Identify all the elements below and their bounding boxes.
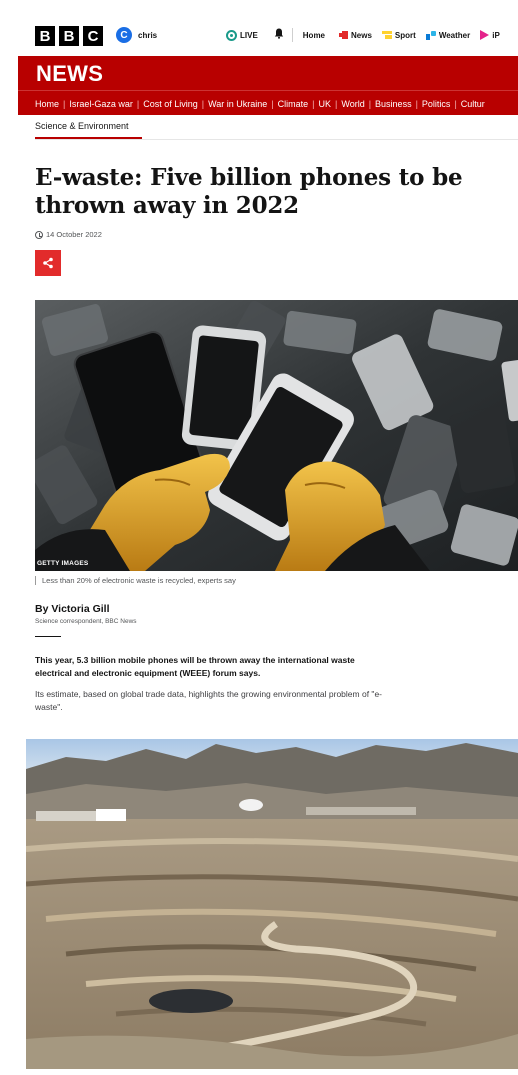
author-role: Science correspondent, BBC News <box>35 618 137 625</box>
top-nav-weather[interactable]: Weather <box>425 30 471 40</box>
bell-icon <box>274 28 284 42</box>
top-nav-news-label: News <box>351 30 372 40</box>
weather-icon <box>425 30 436 40</box>
article-headline: E-waste: Five billion phones to be throw… <box>35 164 463 219</box>
news-banner: NEWS <box>18 56 518 90</box>
top-nav-live[interactable]: LIVE <box>226 29 258 41</box>
article-date-text: 14 October 2022 <box>46 230 102 239</box>
account-button[interactable]: C chris <box>116 27 157 43</box>
bbc-masthead: B B C C chris LIVE Home News Sport Weath… <box>0 0 518 56</box>
mine-illustration <box>26 739 518 1069</box>
news-icon <box>339 31 349 39</box>
clock-icon <box>35 230 43 239</box>
share-icon <box>43 257 53 269</box>
top-nav-divider <box>291 28 293 42</box>
phones-illustration <box>35 300 518 571</box>
news-nav-war-in-ukraine[interactable]: War in Ukraine <box>198 99 267 109</box>
top-nav: LIVE Home News Sport Weather iP <box>226 28 500 42</box>
top-nav-sport[interactable]: Sport <box>381 30 416 40</box>
logo-letter-b2: B <box>59 26 79 46</box>
hero-image-credit: GETTY IMAGES <box>37 560 89 567</box>
logo-letter-b1: B <box>35 26 55 46</box>
top-nav-weather-label: Weather <box>438 30 471 40</box>
news-nav: Home Israel-Gaza war Cost of Living War … <box>18 90 518 115</box>
news-nav-uk[interactable]: UK <box>308 99 332 109</box>
top-nav-home-label: Home <box>302 30 326 40</box>
article-lede: This year, 5.3 billion mobile phones wil… <box>35 655 355 678</box>
top-nav-home[interactable]: Home <box>303 31 325 40</box>
section-tag[interactable]: Science & Environment <box>35 121 129 131</box>
top-nav-iplayer-label: iP <box>492 30 500 40</box>
author-name: By Victoria Gill <box>35 603 110 615</box>
iplayer-icon <box>480 30 490 40</box>
mine-image <box>26 739 518 1069</box>
top-nav-sport-label: Sport <box>394 30 416 40</box>
bbc-logo[interactable]: B B C <box>35 26 103 46</box>
news-title[interactable]: NEWS <box>36 61 103 87</box>
section-underline <box>35 137 142 139</box>
top-nav-news[interactable]: News <box>339 31 372 40</box>
article-date: 14 October 2022 <box>35 230 102 239</box>
news-nav-home[interactable]: Home <box>35 99 59 109</box>
news-nav-climate[interactable]: Climate <box>267 99 309 109</box>
share-button[interactable] <box>35 250 61 276</box>
news-nav-israel-gaza[interactable]: Israel-Gaza war <box>59 99 133 109</box>
logo-letter-c: C <box>83 26 103 46</box>
news-nav-politics[interactable]: Politics <box>412 99 451 109</box>
account-name: chris <box>138 30 158 40</box>
news-nav-world[interactable]: World <box>331 99 364 109</box>
hero-image: GETTY IMAGES <box>35 300 518 571</box>
section-rule <box>35 139 518 140</box>
news-nav-cost-of-living[interactable]: Cost of Living <box>133 99 198 109</box>
hero-caption: Less than 20% of electronic waste is rec… <box>35 576 236 585</box>
news-nav-business[interactable]: Business <box>365 99 412 109</box>
top-nav-iplayer[interactable]: iP <box>480 30 500 40</box>
byline-rule <box>35 636 61 637</box>
notifications-button[interactable] <box>274 28 284 42</box>
article-paragraph: Its estimate, based on global trade data… <box>35 689 382 712</box>
avatar: C <box>116 27 132 43</box>
live-icon <box>226 29 237 41</box>
sport-icon <box>381 31 392 39</box>
top-nav-live-label: LIVE <box>240 30 258 40</box>
news-nav-culture[interactable]: Cultur <box>450 99 485 109</box>
